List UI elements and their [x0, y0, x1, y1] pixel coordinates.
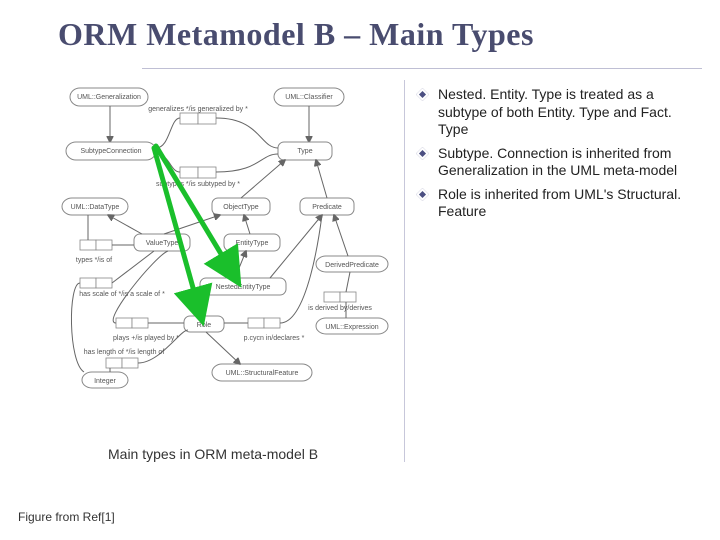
edge-label-cycn: p.cycn in/declares *	[244, 335, 305, 342]
node-nestedentitytype: NestedEntityType	[200, 278, 286, 295]
svg-text:EntityType: EntityType	[236, 240, 269, 247]
node-derivedpredicate: DerivedPredicate	[316, 256, 388, 272]
edge-label-subtypes: subtypes */is subtyped by *	[156, 181, 240, 188]
edge-label-generalizes: generalizes */is generalized by *	[148, 106, 248, 113]
edge-label-derived: is derived by/derives	[308, 305, 372, 312]
bullet-item: Nested. Entity. Type is treated as a sub…	[418, 86, 688, 139]
orm-diagram: UML::Generalization UML::Classifier Subt…	[60, 82, 390, 422]
svg-text:UML::Classifier: UML::Classifier	[285, 94, 333, 101]
svg-text:Type: Type	[297, 148, 312, 155]
vertical-separator	[404, 80, 405, 462]
node-type: Type	[278, 142, 332, 160]
svg-text:NestedEntityType: NestedEntityType	[216, 284, 271, 291]
svg-text:UML::StructuralFeature: UML::StructuralFeature	[226, 370, 299, 377]
node-integer: Integer	[82, 372, 128, 388]
diagram-caption: Main types in ORM meta-model B	[108, 446, 318, 462]
bullet-list: Nested. Entity. Type is treated as a sub…	[418, 86, 688, 227]
node-uml-structuralfeature: UML::StructuralFeature	[212, 364, 312, 381]
svg-text:Role: Role	[197, 322, 212, 329]
node-uml-classifier: UML::Classifier	[274, 88, 344, 106]
svg-text:SubtypeConnection: SubtypeConnection	[80, 148, 141, 155]
svg-text:Integer: Integer	[94, 378, 116, 385]
node-predicate: Predicate	[300, 198, 354, 215]
svg-text:UML::DataType: UML::DataType	[71, 204, 120, 211]
svg-text:DerivedPredicate: DerivedPredicate	[325, 262, 379, 269]
node-uml-generalization: UML::Generalization	[70, 88, 148, 106]
bullet-item: Subtype. Connection is inherited from Ge…	[418, 145, 688, 180]
node-entitytype: EntityType	[224, 234, 280, 251]
edge-label-scale: has scale of */is a scale of *	[79, 291, 165, 298]
node-uml-expression: UML::Expression	[316, 318, 388, 334]
node-uml-datatype: UML::DataType	[62, 198, 128, 215]
svg-text:UML::Generalization: UML::Generalization	[77, 94, 141, 101]
edge-label-plays: plays +/is played by *	[113, 335, 179, 342]
node-objecttype: ObjectType	[212, 198, 270, 215]
node-subtype-connection: SubtypeConnection	[66, 142, 156, 160]
svg-text:UML::Expression: UML::Expression	[325, 324, 378, 331]
svg-text:Predicate: Predicate	[312, 204, 342, 211]
edge-label-length: has length of */is length of	[84, 349, 165, 356]
svg-text:ObjectType: ObjectType	[223, 204, 259, 211]
edge-label-types: types */is of	[76, 257, 112, 264]
page-title: ORM Metamodel B – Main Types	[58, 16, 534, 53]
bullet-item: Role is inherited from UML's Structural.…	[418, 186, 688, 221]
svg-text:ValueType: ValueType	[146, 240, 179, 247]
title-underline	[142, 68, 702, 69]
footnote: Figure from Ref[1]	[18, 510, 115, 524]
